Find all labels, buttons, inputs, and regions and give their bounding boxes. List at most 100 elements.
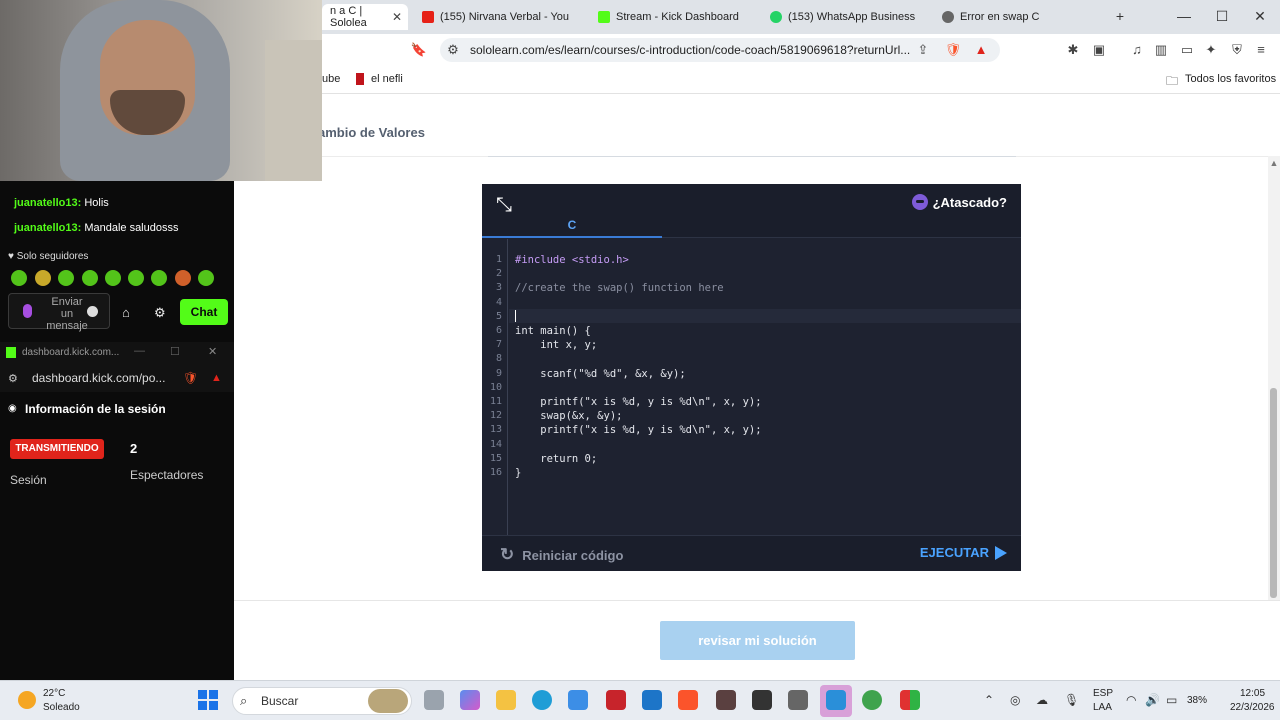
app-icon[interactable] [716, 690, 736, 710]
copilot-icon[interactable] [460, 690, 480, 710]
menu-icon[interactable]: ≡ [1252, 41, 1270, 59]
leo-icon[interactable]: ✦ [1202, 41, 1220, 59]
brave-shield-icon[interactable]: 🛡 [183, 371, 198, 385]
chat-username[interactable]: juanatello13: [14, 197, 81, 209]
code-line[interactable]: printf("x is %d, y is %d\n", x, y); [515, 396, 761, 408]
minimize-icon[interactable]: — [1174, 8, 1194, 24]
maximize-icon[interactable]: ☐ [1212, 8, 1232, 25]
vscode-icon[interactable] [642, 690, 662, 710]
weather-temperature[interactable]: 22°C [43, 688, 65, 699]
code-line[interactable]: scanf("%d %d", &x, &y); [515, 368, 685, 380]
code-line[interactable]: return 0; [515, 453, 597, 465]
battery-percent[interactable]: 38% [1187, 695, 1207, 706]
chrome-icon[interactable] [862, 690, 882, 710]
minimize-icon[interactable]: — [134, 345, 145, 357]
cloud-icon[interactable]: ☁ [1036, 693, 1048, 707]
media-icon[interactable]: ♫ [1128, 41, 1146, 59]
bookmark-youtube[interactable]: ube [322, 73, 340, 85]
keyboard-layout[interactable]: LAA [1093, 702, 1112, 713]
tab-chatgpt[interactable]: Error en swap C [934, 4, 1094, 30]
network-app-icon[interactable] [752, 690, 772, 710]
edge-icon[interactable] [532, 690, 552, 710]
tab-whatsapp[interactable]: (153) WhatsApp Business [762, 4, 932, 30]
youtube-icon [422, 11, 434, 23]
store-app-icon[interactable] [568, 690, 588, 710]
battery-icon[interactable]: ▭ [1166, 693, 1177, 707]
scroll-up-icon[interactable]: ▲ [1268, 158, 1280, 168]
file-explorer-icon[interactable] [496, 690, 516, 710]
tab-youtube[interactable]: (155) Nirvana Verbal - You [414, 4, 578, 30]
sidebar-icon[interactable]: ▥ [1152, 41, 1170, 59]
clock-date[interactable]: 22/3/2026 [1230, 702, 1275, 713]
tray-app-icon[interactable]: ◎ [1010, 693, 1020, 707]
vpn-icon[interactable]: ⛨ [1228, 41, 1246, 59]
close-icon[interactable]: ✕ [208, 345, 217, 358]
weather-description[interactable]: Soleado [43, 702, 80, 713]
chat-username[interactable]: juanatello13: [14, 222, 81, 234]
gear-icon[interactable]: ⚙ [154, 305, 166, 321]
language-indicator[interactable]: ESP [1093, 688, 1113, 699]
bookmark-icon[interactable]: 🔖 [410, 41, 428, 59]
share-icon[interactable]: ⇪ [914, 41, 932, 59]
calculator-icon[interactable] [788, 690, 808, 710]
wallet-icon[interactable]: ▭ [1178, 41, 1196, 59]
screenshot-icon[interactable]: ▣ [1090, 41, 1108, 59]
new-tab-button[interactable]: + [1110, 8, 1130, 24]
mic-tray-icon[interactable]: 🎙 [1064, 693, 1079, 707]
code-line[interactable]: #include <stdio.h> [515, 254, 629, 266]
code-line[interactable]: printf("x is %d, y is %d\n", x, y); [515, 424, 761, 436]
tab-sololearn[interactable]: n a C | Sololea ✕ [322, 4, 408, 30]
mic-icon[interactable] [23, 304, 32, 318]
code-line[interactable]: int x, y; [515, 339, 597, 351]
task-view-icon[interactable] [424, 690, 444, 710]
clock-time[interactable]: 12:05 [1240, 688, 1265, 699]
rewards-icon[interactable]: ▲ [211, 372, 222, 384]
emote-icon[interactable] [58, 270, 74, 286]
extensions-icon[interactable]: ✱ [1064, 41, 1082, 59]
line-number: 15 [489, 452, 502, 464]
chat-input[interactable]: Enviar un mensaje [8, 293, 110, 332]
site-info-icon[interactable]: ⚙ [8, 372, 18, 385]
emote-icon[interactable] [105, 270, 121, 286]
code-line[interactable]: swap(&x, &y); [515, 410, 622, 422]
code-line[interactable]: //create the swap() function here [515, 282, 724, 294]
wifi-icon[interactable]: ◠ [1126, 693, 1136, 707]
chevron-up-icon[interactable]: ⌃ [984, 693, 994, 707]
windows-start-icon[interactable] [198, 690, 218, 710]
store-icon[interactable]: ⌂ [122, 305, 130, 320]
volume-icon[interactable]: 🔊 [1145, 693, 1160, 707]
chat-send-button[interactable]: Chat [180, 299, 228, 325]
check-solution-button[interactable]: revisar mi solución [660, 621, 855, 660]
code-line[interactable]: int main() { [515, 325, 591, 337]
emote-icon[interactable] [128, 270, 144, 286]
close-tab-icon[interactable]: ✕ [392, 10, 402, 24]
app-icon[interactable] [900, 690, 920, 710]
brave-icon[interactable] [678, 690, 698, 710]
dashboard-url[interactable]: dashboard.kick.com/po... [0, 364, 234, 392]
close-window-icon[interactable]: ✕ [1250, 8, 1270, 25]
emote-icon[interactable] [82, 270, 98, 286]
mcafee-icon[interactable] [606, 690, 626, 710]
reset-code-button[interactable]: ↻ Reiniciar código [500, 545, 623, 565]
emote-icon[interactable] [198, 270, 214, 286]
code-line[interactable]: } [515, 467, 521, 479]
emote-icon[interactable] [151, 270, 167, 286]
scrollbar-thumb[interactable] [1270, 388, 1277, 598]
stuck-button[interactable]: ¿Atascado? [911, 194, 1007, 210]
tab-kick-dashboard[interactable]: Stream - Kick Dashboard [590, 4, 754, 30]
run-button[interactable]: EJECUTAR [920, 545, 1007, 560]
bookmark-netflix[interactable]: el nefli [371, 73, 403, 85]
active-app-icon[interactable] [826, 690, 846, 710]
maximize-icon[interactable]: ☐ [170, 345, 180, 358]
rewards-icon[interactable]: ▲ [972, 41, 990, 59]
site-info-icon[interactable]: ⚙ [444, 41, 462, 59]
tab-label: (155) Nirvana Verbal - You [440, 11, 570, 23]
sun-icon[interactable] [18, 691, 36, 709]
tab-language-c[interactable]: C [482, 214, 662, 238]
emote-icon[interactable] [175, 270, 191, 286]
brave-shield-icon[interactable]: 🛡 [944, 41, 962, 59]
emoji-icon[interactable] [87, 306, 98, 317]
emote-icon[interactable] [35, 270, 51, 286]
emote-icon[interactable] [11, 270, 27, 286]
all-favorites[interactable]: Todos los favoritos [1185, 73, 1276, 85]
